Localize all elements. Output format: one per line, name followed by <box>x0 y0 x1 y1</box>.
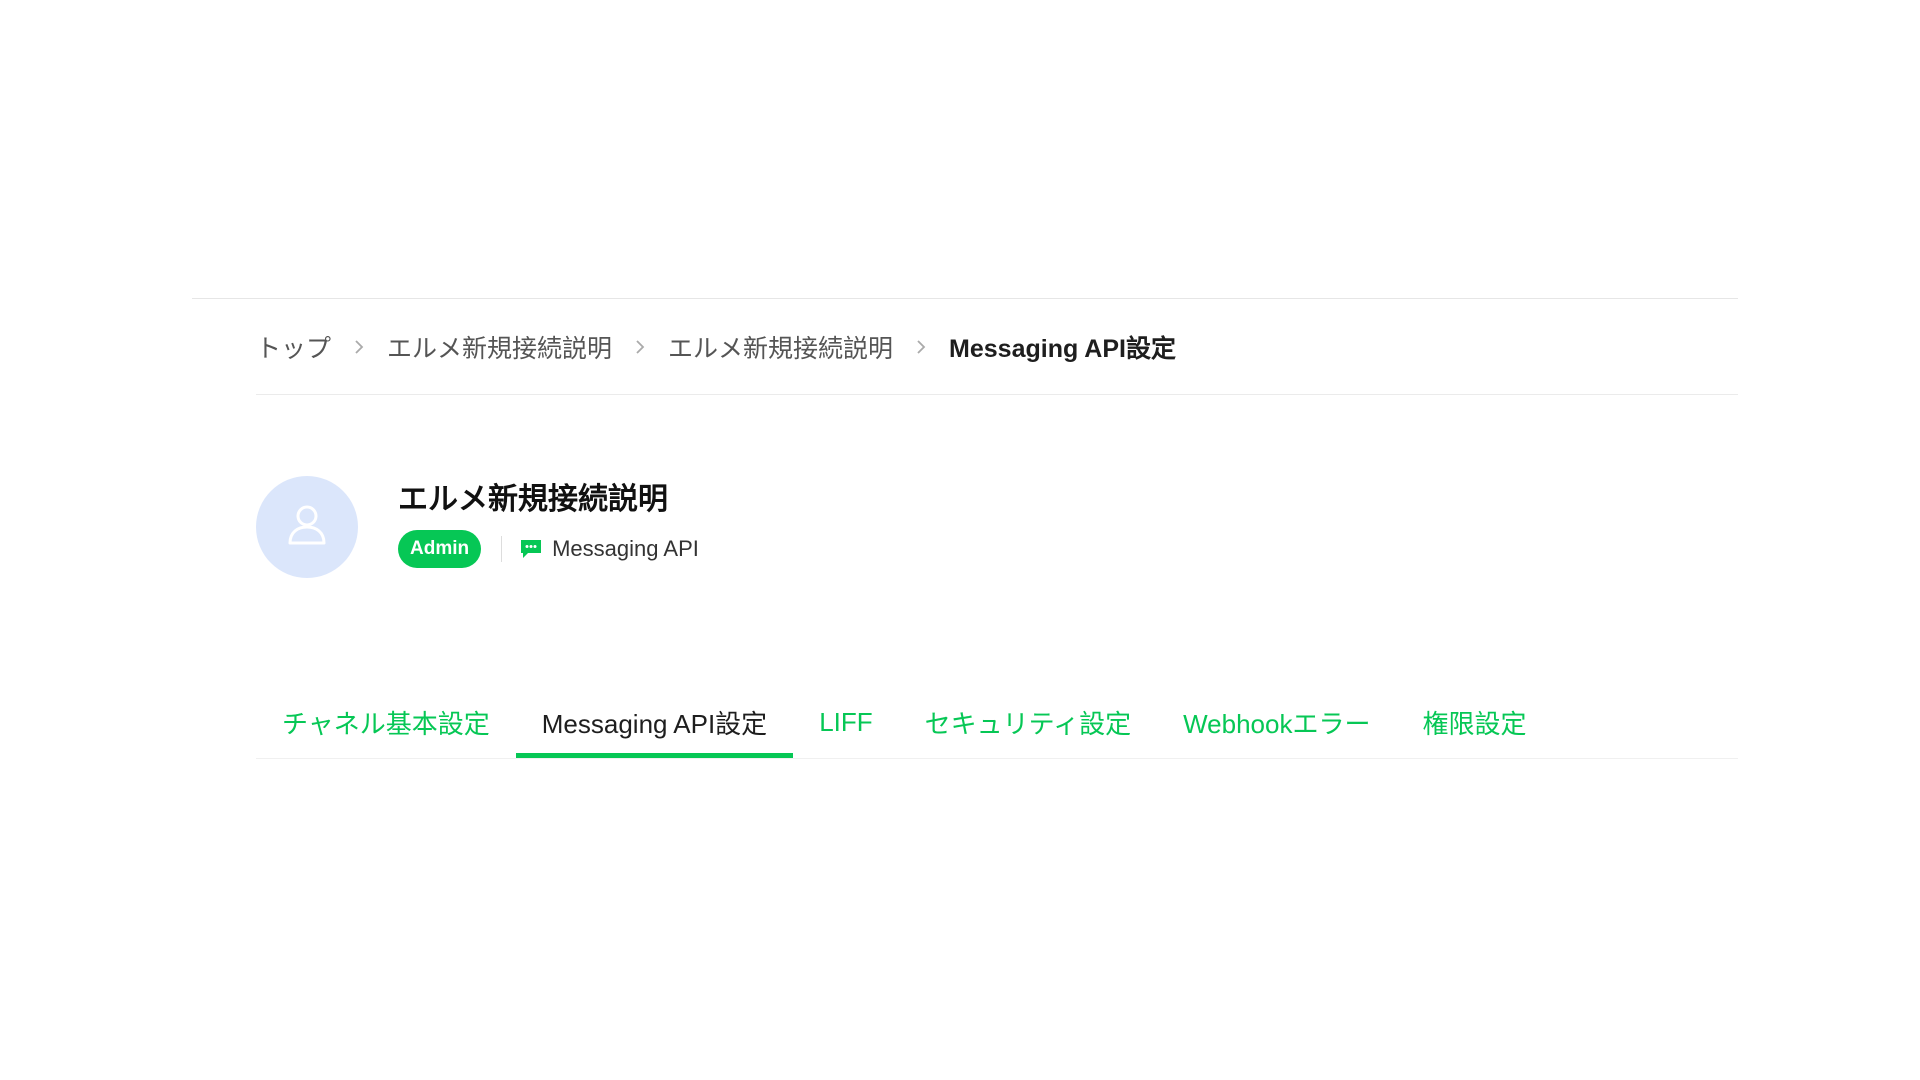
channel-header: エルメ新規接続説明 Admin Messaging API <box>256 476 699 578</box>
tab-permission-settings[interactable]: 権限設定 <box>1396 690 1552 754</box>
chevron-right-icon <box>612 339 668 355</box>
tab-label: セキュリティ設定 <box>924 708 1132 739</box>
settings-tabs: チャネル基本設定 Messaging API設定 LIFF セキュリティ設定 W… <box>256 690 1738 759</box>
tab-basic-settings[interactable]: チャネル基本設定 <box>256 690 516 754</box>
tab-label: 権限設定 <box>1422 708 1527 739</box>
header-divider <box>192 298 1738 299</box>
tab-label: Messaging API設定 <box>541 708 768 739</box>
breadcrumb-item-provider[interactable]: エルメ新規接続説明 <box>387 329 612 365</box>
chevron-right-icon <box>893 339 949 355</box>
channel-info: エルメ新規接続説明 Admin Messaging API <box>398 483 699 568</box>
meta-divider <box>501 536 503 562</box>
breadcrumb-divider <box>256 394 1738 395</box>
user-outline-icon <box>285 501 329 554</box>
channel-name: エルメ新規接続説明 <box>398 483 668 516</box>
tab-label: チャネル基本設定 <box>282 708 490 739</box>
chevron-right-icon <box>331 339 387 355</box>
tab-label: LIFF <box>819 706 873 737</box>
avatar <box>256 476 358 578</box>
breadcrumb-item-top[interactable]: トップ <box>256 329 331 365</box>
tab-webhook-errors[interactable]: Webhookエラー <box>1157 690 1396 754</box>
tab-security-settings[interactable]: セキュリティ設定 <box>899 690 1157 754</box>
tab-liff[interactable]: LIFF <box>793 690 898 754</box>
page: トップ エルメ新規接続説明 エルメ新規接続説明 Messaging API設定 … <box>0 0 1920 1080</box>
chat-bubble-icon <box>520 539 542 559</box>
breadcrumb: トップ エルメ新規接続説明 エルメ新規接続説明 Messaging API設定 <box>256 326 1176 368</box>
tab-messaging-api-settings[interactable]: Messaging API設定 <box>515 690 794 758</box>
tab-label: Webhookエラー <box>1183 708 1371 739</box>
breadcrumb-item-channel[interactable]: エルメ新規接続説明 <box>668 329 893 365</box>
channel-meta: Admin Messaging API <box>398 530 699 568</box>
channel-type-label: Messaging API <box>552 536 699 561</box>
role-badge: Admin <box>398 530 482 568</box>
breadcrumb-current: Messaging API設定 <box>949 335 1176 363</box>
